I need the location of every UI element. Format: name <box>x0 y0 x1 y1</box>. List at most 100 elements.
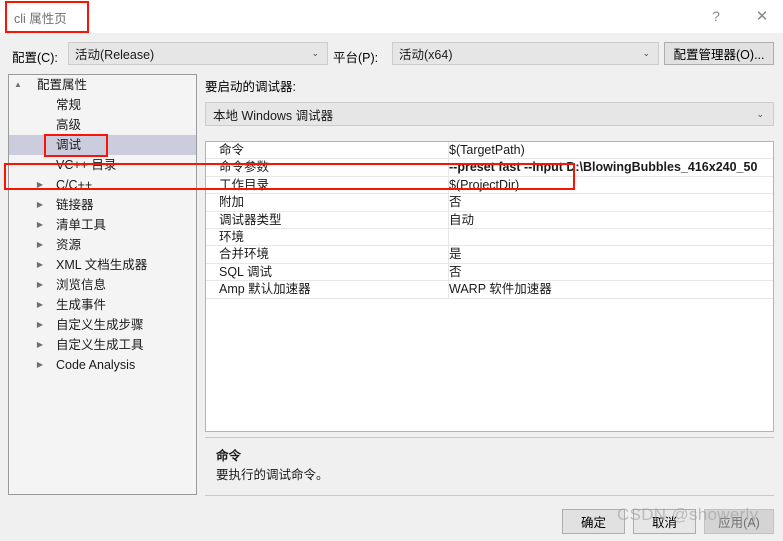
platform-value: 活动(x64) <box>399 48 453 62</box>
tree-item-label: XML 文档生成器 <box>56 258 148 272</box>
property-name: 命令参数 <box>219 160 270 175</box>
property-row[interactable]: 命令 $(TargetPath) <box>206 142 773 160</box>
configuration-value: 活动(Release) <box>75 48 155 62</box>
tree-item-10[interactable]: ▶ 浏览信息 <box>9 275 196 295</box>
ok-button[interactable]: 确定 <box>562 509 625 534</box>
property-name: SQL 调试 <box>219 264 273 279</box>
chevron-down-icon: ⌄ <box>756 108 764 119</box>
collapsed-twisty-icon[interactable]: ▶ <box>31 235 49 255</box>
configuration-select[interactable]: 活动(Release) ⌄ <box>68 42 328 65</box>
tree-item-8[interactable]: ▶ 资源 <box>9 235 196 255</box>
collapsed-twisty-icon[interactable]: ▶ <box>31 255 49 275</box>
collapsed-twisty-icon[interactable]: ▶ <box>31 355 49 375</box>
property-value[interactable]: $(TargetPath) <box>449 142 771 159</box>
property-row[interactable]: 附加 否 <box>206 194 773 212</box>
property-name: 工作目录 <box>219 177 270 192</box>
tree-item-label: 配置属性 <box>37 78 88 92</box>
collapsed-twisty-icon[interactable]: ▶ <box>31 215 49 235</box>
debugger-to-launch-label: 要启动的调试器: <box>205 80 296 94</box>
collapsed-twisty-icon[interactable]: ▶ <box>31 335 49 355</box>
property-name: 附加 <box>219 195 245 210</box>
property-row[interactable]: SQL 调试 否 <box>206 263 773 282</box>
property-value[interactable]: --preset fast --input D:\BlowingBubbles_… <box>449 159 771 176</box>
property-value[interactable]: WARP 软件加速器 <box>449 281 771 298</box>
description-title: 命令 <box>216 449 242 463</box>
tree-item-label: VC++ 目录 <box>56 158 117 172</box>
tree-item-0[interactable]: ▲ 配置属性 <box>9 75 196 95</box>
property-row[interactable]: 环境 <box>206 228 773 247</box>
collapsed-twisty-icon[interactable]: ▶ <box>31 315 49 335</box>
tree-item-5[interactable]: ▶ C/C++ <box>9 175 196 195</box>
twisty-placeholder <box>31 135 49 155</box>
tree-item-4[interactable]: VC++ 目录 <box>9 155 196 175</box>
properties-dialog: cli 属性页 ? ✕ 配置(C): 活动(Release) ⌄ 平台(P): … <box>0 0 783 541</box>
collapsed-twisty-icon[interactable]: ▶ <box>31 275 49 295</box>
property-grid[interactable]: 命令 $(TargetPath) 命令参数 --preset fast --input… <box>205 141 774 432</box>
twisty-placeholder <box>31 155 49 175</box>
chevron-down-icon: ⌄ <box>311 48 319 58</box>
expanded-twisty-icon[interactable]: ▲ <box>9 75 27 95</box>
collapsed-twisty-icon[interactable]: ▶ <box>31 175 49 195</box>
tree-item-label: 高级 <box>56 118 82 132</box>
tree-item-12[interactable]: ▶ 自定义生成步骤 <box>9 315 196 335</box>
property-name: 合并环境 <box>219 247 270 262</box>
tree-item-label: C/C++ <box>56 178 93 192</box>
property-row[interactable]: 工作目录 $(ProjectDir) <box>206 176 773 195</box>
tree-item-label: 资源 <box>56 238 82 252</box>
property-value[interactable]: 否 <box>449 194 771 211</box>
cancel-button[interactable]: 取消 <box>633 509 696 534</box>
property-value[interactable]: 是 <box>449 246 771 263</box>
tree-item-1[interactable]: 常规 <box>9 95 196 115</box>
tree-item-2[interactable]: 高级 <box>9 115 196 135</box>
property-name: 环境 <box>219 229 245 244</box>
tree-item-7[interactable]: ▶ 清单工具 <box>9 215 196 235</box>
property-name: Amp 默认加速器 <box>219 282 311 297</box>
tree-item-6[interactable]: ▶ 链接器 <box>9 195 196 215</box>
tree-item-label: 链接器 <box>56 198 94 212</box>
twisty-placeholder <box>31 95 49 115</box>
tree-item-label: 清单工具 <box>56 218 107 232</box>
tree-item-9[interactable]: ▶ XML 文档生成器 <box>9 255 196 275</box>
debugger-to-launch-value: 本地 Windows 调试器 <box>213 108 334 123</box>
column-divider <box>448 228 449 246</box>
debug-settings-pane: 要启动的调试器: 本地 Windows 调试器 ⌄ 命令 $(TargetPath… <box>205 74 775 496</box>
page-title: cli 属性页 <box>14 12 67 26</box>
property-tree[interactable]: ▲ 配置属性常规高级调试 VC++ 目录 ▶ C/C++ ▶ 链接器 ▶ 清单工具 ▶ 资源 ▶ XML… <box>8 74 197 495</box>
tree-item-label: 生成事件 <box>56 298 107 312</box>
property-row[interactable]: 调试器类型 自动 <box>206 211 773 229</box>
property-value[interactable]: $(ProjectDir) <box>449 177 771 194</box>
platform-label: 平台(P): <box>333 51 379 65</box>
property-row[interactable]: 合并环境 是 <box>206 246 773 264</box>
configuration-manager-button[interactable]: 配置管理器(O)... <box>664 42 774 65</box>
tree-item-3[interactable]: 调试 <box>9 135 196 155</box>
property-name: 调试器类型 <box>219 212 282 227</box>
collapsed-twisty-icon[interactable]: ▶ <box>31 195 49 215</box>
tree-item-11[interactable]: ▶ 生成事件 <box>9 295 196 315</box>
close-icon[interactable]: ✕ <box>745 0 779 31</box>
twisty-placeholder <box>31 115 49 135</box>
debugger-to-launch-select[interactable]: 本地 Windows 调试器 ⌄ <box>205 102 774 126</box>
platform-select[interactable]: 活动(x64) ⌄ <box>392 42 659 65</box>
configuration-label: 配置(C): <box>12 51 58 65</box>
tree-item-14[interactable]: ▶ Code Analysis <box>9 355 196 375</box>
tree-item-label: 调试 <box>56 138 82 152</box>
tree-item-label: 自定义生成步骤 <box>56 318 144 332</box>
tree-item-label: Code Analysis <box>56 358 136 372</box>
apply-button[interactable]: 应用(A) <box>704 509 774 534</box>
description-pane: 命令 要执行的调试命令。 <box>205 437 774 496</box>
tree-item-label: 常规 <box>56 98 82 112</box>
tree-item-13[interactable]: ▶ 自定义生成工具 <box>9 335 196 355</box>
collapsed-twisty-icon[interactable]: ▶ <box>31 295 49 315</box>
chevron-down-icon: ⌄ <box>642 48 650 58</box>
property-name: 命令 <box>219 143 245 157</box>
property-row[interactable]: 命令参数 --preset fast --input D:\BlowingBubb… <box>206 159 773 177</box>
property-row[interactable]: Amp 默认加速器 WARP 软件加速器 <box>206 281 773 299</box>
tree-item-label: 自定义生成工具 <box>56 338 144 352</box>
help-icon[interactable]: ? <box>699 0 733 31</box>
description-body: 要执行的调试命令。 <box>216 468 329 482</box>
tree-item-label: 浏览信息 <box>56 278 107 292</box>
property-value[interactable]: 否 <box>449 264 771 281</box>
property-value[interactable]: 自动 <box>449 212 771 229</box>
description-divider <box>205 495 774 496</box>
title-bar: cli 属性页 ? ✕ <box>0 0 783 33</box>
